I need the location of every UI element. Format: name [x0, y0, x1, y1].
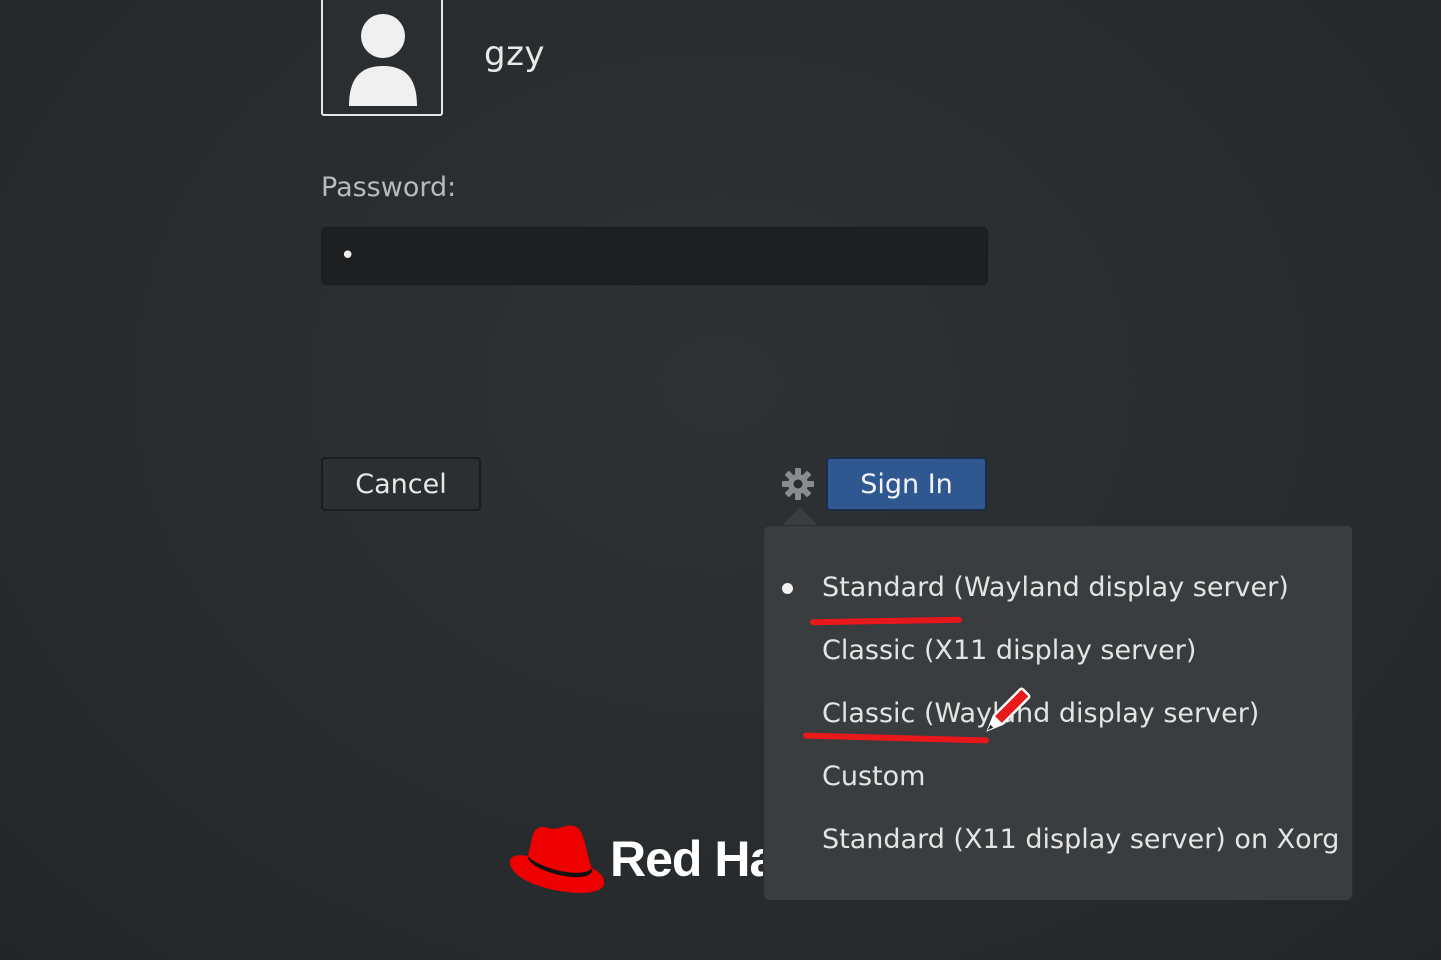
password-input[interactable]	[321, 227, 988, 285]
session-item-standard-wayland[interactable]: Standard (Wayland display server)	[764, 556, 1352, 619]
popover-arrow	[782, 507, 818, 526]
user-silhouette-icon	[349, 14, 417, 106]
user-avatar	[321, 0, 443, 116]
session-item-classic-x11[interactable]: Classic (X11 display server)	[764, 619, 1352, 682]
session-item-standard-x11-xorg[interactable]: Standard (X11 display server) on Xorg	[764, 808, 1352, 871]
session-item-label: Standard (X11 display server) on Xorg	[822, 824, 1340, 855]
gear-icon[interactable]	[779, 465, 817, 503]
red-hat-icon	[509, 825, 605, 893]
session-item-label: Classic (X11 display server)	[822, 635, 1197, 666]
session-item-label: Standard (Wayland display server)	[822, 572, 1289, 603]
cancel-button[interactable]: Cancel	[321, 457, 481, 511]
pencil-icon	[986, 687, 1031, 732]
username: gzy	[484, 34, 546, 74]
session-item-label: Custom	[822, 761, 926, 792]
session-menu: Standard (Wayland display server) Classi…	[763, 525, 1353, 901]
session-item-label: Classic (Wayland display server)	[822, 698, 1260, 729]
password-label: Password:	[321, 172, 457, 203]
red-hat-logo: Red Hat	[506, 818, 764, 900]
red-hat-logo-text: Red Hat	[610, 831, 764, 887]
session-item-custom[interactable]: Custom	[764, 745, 1352, 808]
selected-dot-icon	[782, 583, 793, 594]
sign-in-button[interactable]: Sign In	[826, 457, 987, 511]
